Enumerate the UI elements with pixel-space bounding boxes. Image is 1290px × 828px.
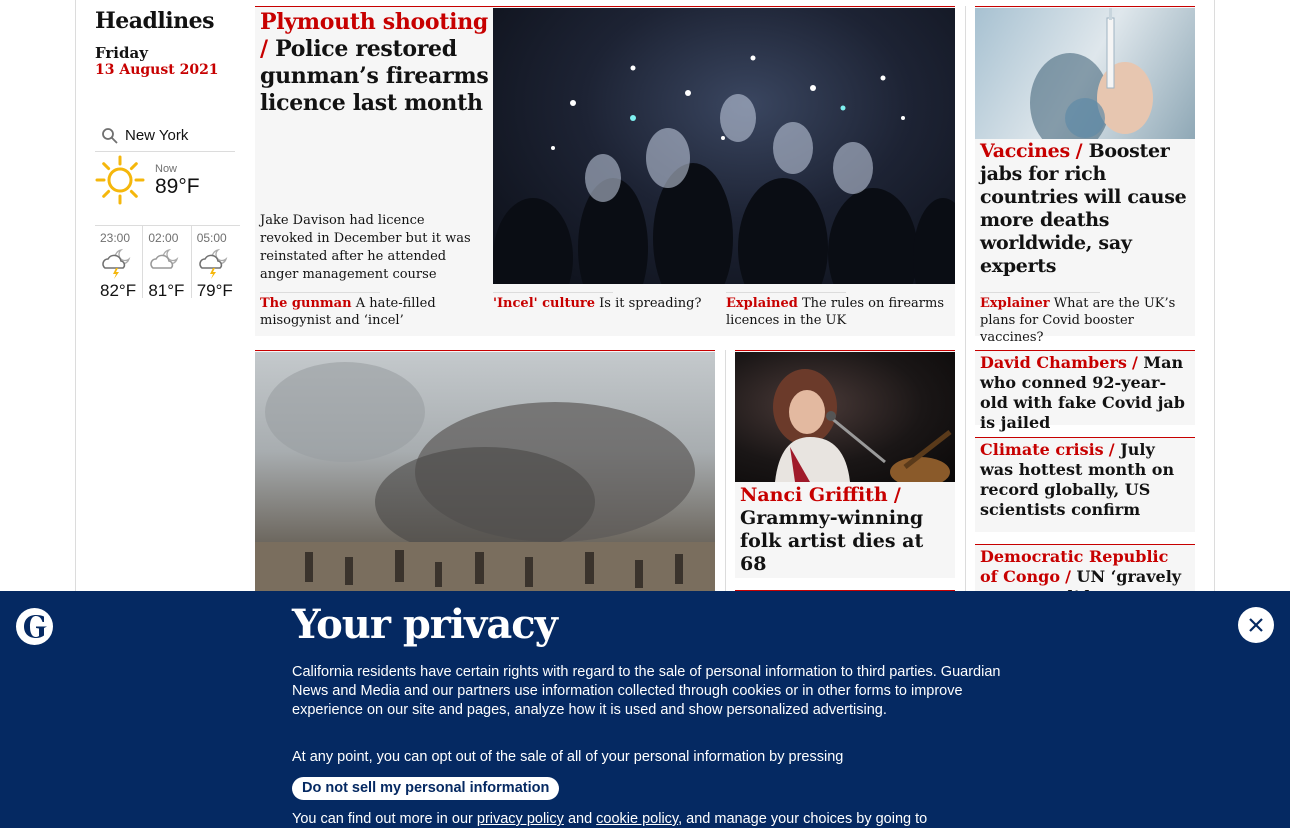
sun-icon [95,155,145,205]
related-links: The gunman A hate-filled misogynist and … [255,292,955,337]
date-label: 13 August 2021 [95,62,219,78]
forecast-temp: 82°F [100,281,137,300]
forecast-temp: 81°F [148,281,185,300]
now-temperature: 89°F [155,175,200,198]
now-label: Now [155,163,178,175]
forecast-item: 02:00 81°F [143,226,192,300]
vaccine-story-card[interactable]: Vaccines / Booster jabs for rich countri… [975,6,1195,345]
privacy-consent-banner: Your privacy California residents have c… [0,591,1290,828]
kicker-slash: / [893,484,901,506]
close-button[interactable] [1238,607,1274,643]
column-divider [965,6,966,600]
cloud-moon-icon [150,248,179,269]
forecast-item: 23:00 82°F [95,226,144,300]
main-headline-text: Police restored gunman’s firearms licenc… [260,36,489,116]
guardian-logo-icon [16,608,53,645]
forecast-list: 23:00 82°F 02:00 81°F 05:00 79°F [95,225,240,300]
forecast-temp: 79°F [196,281,233,300]
close-icon [1249,618,1263,632]
kicker-slash: / [260,36,276,62]
column-divider [725,350,726,600]
location-input[interactable] [125,127,235,144]
vigil-photo[interactable] [493,8,955,284]
kicker-slash: / [1131,353,1144,372]
main-standfirst: Jake Davison had licence revoked in Dece… [260,213,471,282]
consent-paragraph: You can find out more in our privacy pol… [292,810,1002,828]
story-card[interactable]: Climate crisis / July was hottest month … [975,437,1195,532]
thunder-cloud-moon-icon [102,248,131,279]
left-sidebar: Headlines Friday 13 August 2021 Now 89°F… [95,0,240,300]
related-kicker: 'Incel' culture [493,296,596,311]
forecast-time: 02:00 [148,231,179,245]
singer-photo-art [773,369,952,482]
related-kicker: The gunman [260,296,352,311]
story-card[interactable]: David Chambers / Man who conned 92-year-… [975,350,1195,432]
related-kicker: Explained [726,296,798,311]
weather-location-search[interactable] [95,120,235,152]
consent-paragraph: California residents have certain rights… [292,664,1001,718]
related-link[interactable]: The gunman A hate-filled misogynist and … [260,292,485,329]
weather-now: Now 89°F [95,155,235,215]
kicker-slash: / [1065,567,1077,586]
section-title: Headlines [95,8,215,34]
main-story-card[interactable]: Plymouth shooting / Police restored gunm… [255,6,955,336]
consent-text: and [567,811,593,827]
consent-text: You can find out more in our [292,811,473,827]
story-kicker: David Chambers [980,353,1127,372]
related-link[interactable]: Explained The rules on firearms licences… [726,292,951,329]
vaccine-photo[interactable] [975,8,1195,139]
explainer-link[interactable]: Explainer What are the UK’s plans for Co… [980,292,1192,346]
day-label: Friday [95,44,148,62]
consent-text: , and manage your choices by going to [678,811,928,827]
consent-title: Your privacy [292,601,558,648]
forecast-time: 05:00 [196,231,227,245]
nanci-headline[interactable]: Nanci Griffith / Grammy-winning folk art… [740,484,952,576]
nanci-kicker: Nanci Griffith [740,484,888,506]
smoke-crowd-photo-art [255,362,715,601]
forecast-item: 05:00 79°F [192,226,240,300]
search-icon [102,127,118,144]
vaccine-headline[interactable]: Vaccines / Booster jabs for rich countri… [980,140,1192,278]
smoke-crowd-story-card[interactable] [255,350,715,601]
consent-paragraph: At any point, you can opt out of the sal… [292,749,844,765]
explainer-kicker: Explainer [980,296,1050,311]
kicker-slash: / [1075,140,1089,162]
smoke-crowd-photo[interactable] [255,352,715,601]
thunder-cloud-moon-icon [198,248,228,279]
main-kicker: Plymouth shooting [260,9,488,35]
privacy-policy-link[interactable]: privacy policy [477,811,564,827]
related-text: Is it spreading? [599,296,702,311]
singer-photo[interactable] [735,352,955,482]
related-link[interactable]: 'Incel' culture Is it spreading? [493,292,718,312]
kicker-slash: / [1108,440,1121,459]
vaccine-photo-art [1030,8,1153,139]
cookie-policy-link[interactable]: cookie policy [596,811,678,827]
do-not-sell-button[interactable]: Do not sell my personal information [292,777,560,800]
vigil-photo-art [493,55,955,284]
forecast-time: 23:00 [100,231,131,245]
main-headline[interactable]: Plymouth shooting / Police restored gunm… [260,9,490,117]
nanci-headline-text: Grammy-winning folk artist dies at 68 [740,507,924,575]
nanci-griffith-story-card[interactable]: Nanci Griffith / Grammy-winning folk art… [735,350,955,578]
vaccine-kicker: Vaccines [980,140,1070,162]
story-kicker: Climate crisis [980,440,1104,459]
